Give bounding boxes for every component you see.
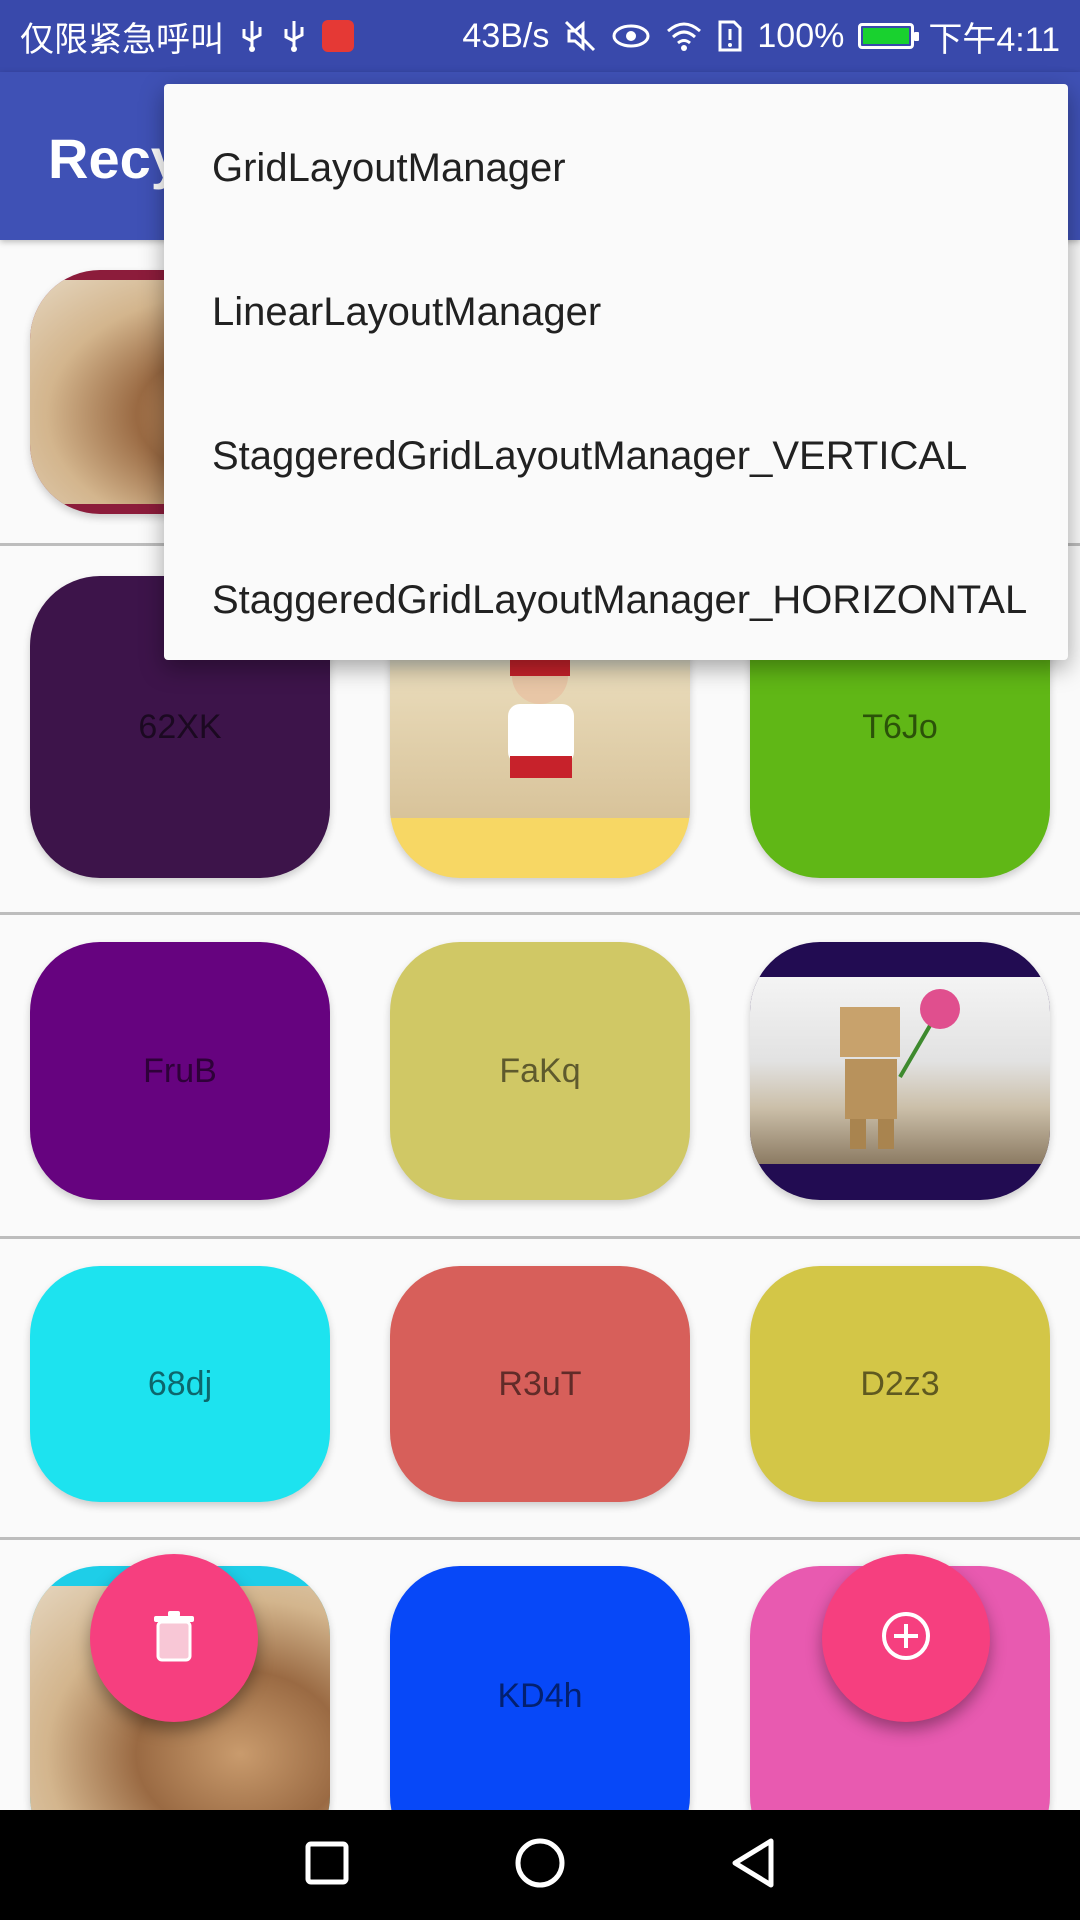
- mute-icon: [563, 19, 597, 53]
- card-label: R3uT: [498, 1364, 582, 1403]
- circle-icon: [514, 1837, 566, 1894]
- add-fab-button[interactable]: [822, 1554, 990, 1722]
- back-button[interactable]: [713, 1825, 793, 1905]
- menu-item-staggered-horizontal[interactable]: StaggeredGridLayoutManager_HORIZONTAL: [164, 528, 1068, 672]
- card-label: 68dj: [147, 1364, 213, 1403]
- menu-item-staggered-vertical[interactable]: StaggeredGridLayoutManager_VERTICAL: [164, 384, 1068, 528]
- usb-icon: [280, 19, 308, 53]
- grid-card[interactable]: R3uT: [390, 1266, 690, 1502]
- plus-circle-icon: [880, 1610, 932, 1667]
- battery-icon: [858, 23, 920, 49]
- clock: 下午4:11: [928, 20, 1060, 59]
- grid-row: FruB FaKq: [0, 915, 1080, 1239]
- recents-button[interactable]: [287, 1825, 367, 1905]
- card-label: FruB: [143, 1051, 217, 1090]
- card-label: D2z3: [860, 1364, 940, 1403]
- status-bar: 仅限紧急呼叫 43B/s 100% 下午4:11: [0, 0, 1080, 72]
- app-title: Recy: [48, 127, 182, 190]
- home-button[interactable]: [500, 1825, 580, 1905]
- grid-card[interactable]: [750, 942, 1050, 1200]
- eye-icon: [611, 22, 651, 50]
- usb-icon: [238, 19, 266, 53]
- delete-fab-button[interactable]: [90, 1554, 258, 1722]
- grid-card[interactable]: KD4h: [390, 1566, 690, 1810]
- grid-card[interactable]: D2z3: [750, 1266, 1050, 1502]
- battery-percent: 100%: [757, 16, 845, 55]
- navigation-bar: [0, 1810, 1080, 1920]
- triangle-back-icon: [729, 1837, 777, 1894]
- grid-card[interactable]: FruB: [30, 942, 330, 1200]
- layout-manager-menu: GridLayoutManager LinearLayoutManager St…: [164, 84, 1068, 660]
- menu-item-linear-layout[interactable]: LinearLayoutManager: [164, 240, 1068, 384]
- sim-alert-icon: [717, 19, 743, 53]
- square-icon: [304, 1840, 350, 1891]
- grid-card[interactable]: FaKq: [390, 942, 690, 1200]
- trash-icon: [150, 1608, 198, 1669]
- grid-row: 68dj R3uT D2z3: [0, 1239, 1080, 1540]
- grid-card[interactable]: 68dj: [30, 1266, 330, 1502]
- danbo-photo: [750, 977, 1050, 1164]
- app-notification-icon: [322, 20, 354, 52]
- card-label: 62XK: [138, 707, 222, 746]
- emergency-call-text: 仅限紧急呼叫: [20, 20, 224, 59]
- network-speed: 43B/s: [462, 16, 550, 55]
- card-label: KD4h: [497, 1676, 583, 1715]
- wifi-icon: [665, 20, 703, 52]
- card-label: T6Jo: [862, 707, 938, 746]
- menu-item-grid-layout[interactable]: GridLayoutManager: [164, 96, 1068, 240]
- card-label: FaKq: [499, 1051, 581, 1090]
